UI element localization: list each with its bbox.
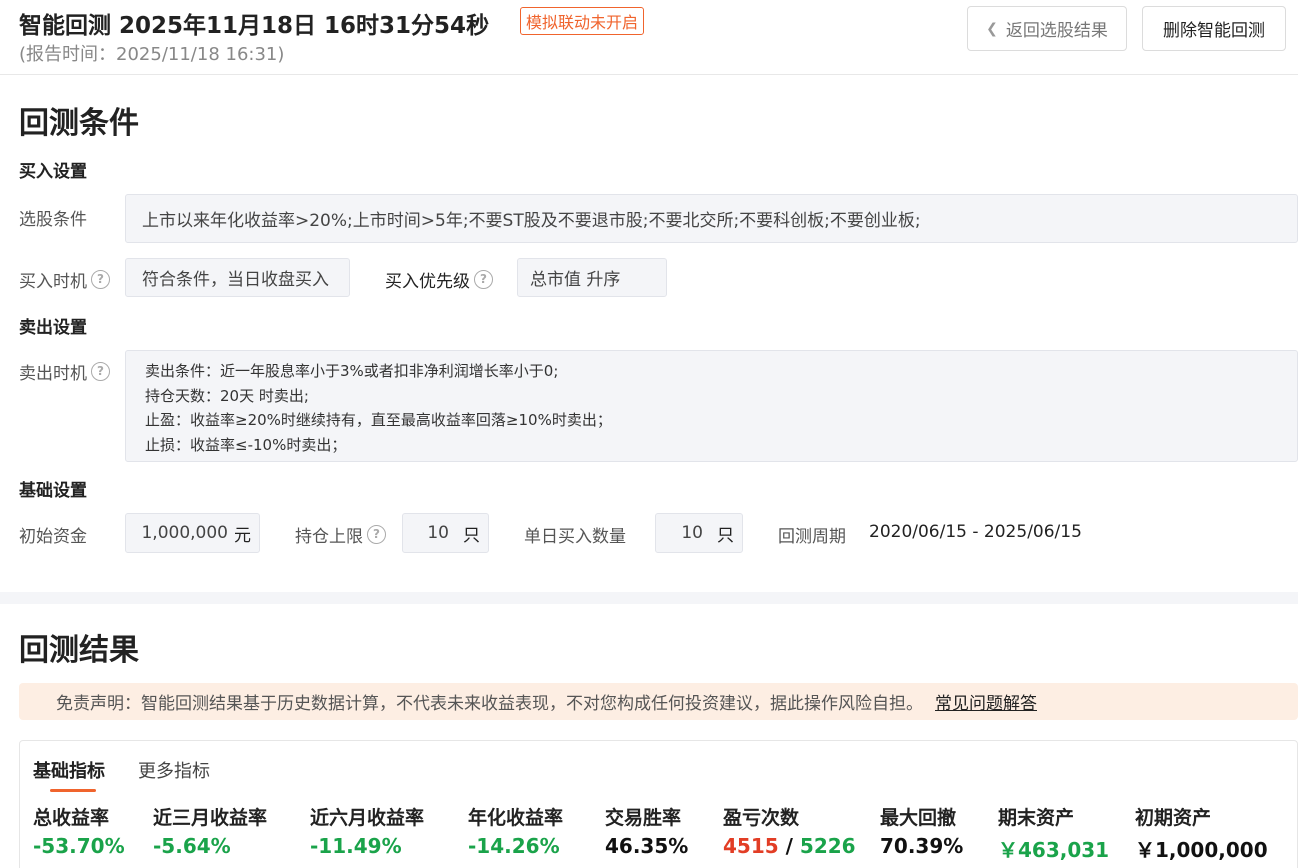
disclaimer-text: 免责声明：智能回测结果基于历史数据计算，不代表未来收益表现，不对您构成任何投资建… [56, 694, 923, 714]
metric-label: 近三月收益率 [153, 807, 268, 829]
daily-buy-label: 单日买入数量 [524, 527, 626, 547]
help-icon[interactable]: ? [91, 270, 110, 289]
buy-settings-title: 买入设置 [19, 162, 87, 182]
back-button-label: 返回选股结果 [1005, 21, 1108, 41]
loss-count: 5226 [799, 834, 856, 858]
chevron-left-icon: ❮ [986, 20, 998, 37]
buy-timing-field: 符合条件，当日收盘买入 [125, 258, 350, 297]
metric-label: 初期资产 [1135, 807, 1212, 829]
help-icon[interactable]: ? [367, 525, 386, 544]
sell-line: 止损：收益率≤-10%时卖出； [145, 435, 347, 454]
back-to-results-button[interactable]: ❮ 返回选股结果 [967, 6, 1127, 51]
sell-line: 止盈：收益率≥20%时继续持有，直至最高收益率回落≥10%时卖出； [145, 411, 612, 429]
delete-backtest-button[interactable]: 删除智能回测 [1142, 6, 1286, 51]
daily-buy-unit: 只 [717, 525, 734, 546]
metric-value-6m-return: -11.49% [310, 834, 402, 858]
page-header: 智能回测 2025年11月18日 16时31分54秒 模拟联动未开启 (报告时间… [0, 0, 1298, 75]
initial-capital-field: 1,000,000 元 [125, 513, 260, 553]
metric-value-initial-assets: ￥1,000,000 [1135, 838, 1268, 862]
period-value: 2020/06/15 - 2025/06/15 [869, 522, 1082, 542]
sell-line: 持仓天数：20天 时卖出; [145, 386, 309, 405]
sim-status-badge: 模拟联动未开启 [520, 7, 645, 35]
metric-value-annual-return: -14.26% [468, 834, 560, 858]
section-divider [0, 592, 1298, 604]
tab-more-metrics[interactable]: 更多指标 [138, 757, 210, 783]
faq-link[interactable]: 常见问题解答 [935, 689, 1037, 714]
metric-label: 盈亏次数 [723, 807, 800, 829]
metric-value-win-loss-count: 4515 / 5226 [723, 834, 856, 858]
metrics-card: 基础指标 更多指标 总收益率 -53.70% 近三月收益率 -5.64% 近六月… [19, 740, 1298, 868]
sell-line: 卖出条件：近一年股息率小于3%或者扣非净利润增长率小于0; [145, 362, 559, 380]
period-label: 回测周期 [778, 527, 846, 547]
hold-limit-field: 10 只 [402, 513, 489, 553]
metric-label: 近六月收益率 [310, 807, 425, 829]
metric-value-win-rate: 46.35% [605, 834, 689, 858]
buy-timing-label: 买入时机 ? [19, 267, 110, 292]
report-time: (报告时间：2025/11/18 16:31) [19, 44, 285, 65]
metric-value-final-assets: ￥463,031 [998, 838, 1110, 862]
hold-limit-value: 10 [427, 523, 449, 543]
win-count: 4515 [723, 834, 779, 858]
metric-value-total-return: -53.70% [33, 834, 125, 858]
hold-limit-label-text: 持仓上限 [295, 527, 363, 547]
daily-buy-value: 10 [681, 523, 703, 543]
hold-limit-unit: 只 [463, 525, 480, 546]
metric-label: 年化收益率 [468, 807, 564, 829]
hold-limit-label: 持仓上限 ? [295, 522, 386, 547]
sell-timing-label-text: 卖出时机 [19, 364, 87, 384]
daily-buy-field: 10 只 [655, 513, 743, 553]
filter-label-text: 选股条件 [19, 210, 87, 230]
disclaimer-banner: 免责声明：智能回测结果基于历史数据计算，不代表未来收益表现，不对您构成任何投资建… [19, 683, 1298, 720]
sell-settings-title: 卖出设置 [19, 318, 87, 338]
help-icon[interactable]: ? [474, 270, 493, 289]
basic-settings-title: 基础设置 [19, 481, 87, 501]
page-title: 智能回测 2025年11月18日 16时31分54秒 [19, 13, 490, 39]
buy-timing-label-text: 买入时机 [19, 272, 87, 292]
initial-capital-value: 1,000,000 [141, 523, 228, 543]
conditions-title: 回测条件 [19, 106, 139, 141]
initial-capital-label: 初始资金 [19, 527, 87, 547]
results-title: 回测结果 [19, 633, 139, 668]
buy-priority-label: 买入优先级 ? [385, 267, 493, 292]
buy-priority-field: 总市值 升序 [517, 258, 667, 297]
metric-label: 最大回撤 [880, 807, 957, 829]
sell-conditions-box: 卖出条件：近一年股息率小于3%或者扣非净利润增长率小于0; 持仓天数：20天 时… [125, 350, 1298, 462]
filter-label: 选股条件 [19, 205, 87, 230]
metric-label: 总收益率 [33, 807, 110, 829]
metric-value-max-drawdown: 70.39% [880, 834, 964, 858]
buy-priority-label-text: 买入优先级 [385, 272, 470, 292]
win-loss-separator: / [785, 834, 793, 858]
help-icon[interactable]: ? [91, 362, 110, 381]
sell-timing-label: 卖出时机 ? [19, 359, 110, 384]
initial-capital-unit: 元 [234, 525, 251, 546]
tab-basic-metrics[interactable]: 基础指标 [33, 757, 105, 792]
filter-condition-field: 上市以来年化收益率>20%;上市时间>5年;不要ST股及不要退市股;不要北交所;… [125, 194, 1298, 243]
metric-label: 交易胜率 [605, 807, 682, 829]
metric-value-3m-return: -5.64% [153, 834, 231, 858]
metric-label: 期末资产 [998, 807, 1075, 829]
